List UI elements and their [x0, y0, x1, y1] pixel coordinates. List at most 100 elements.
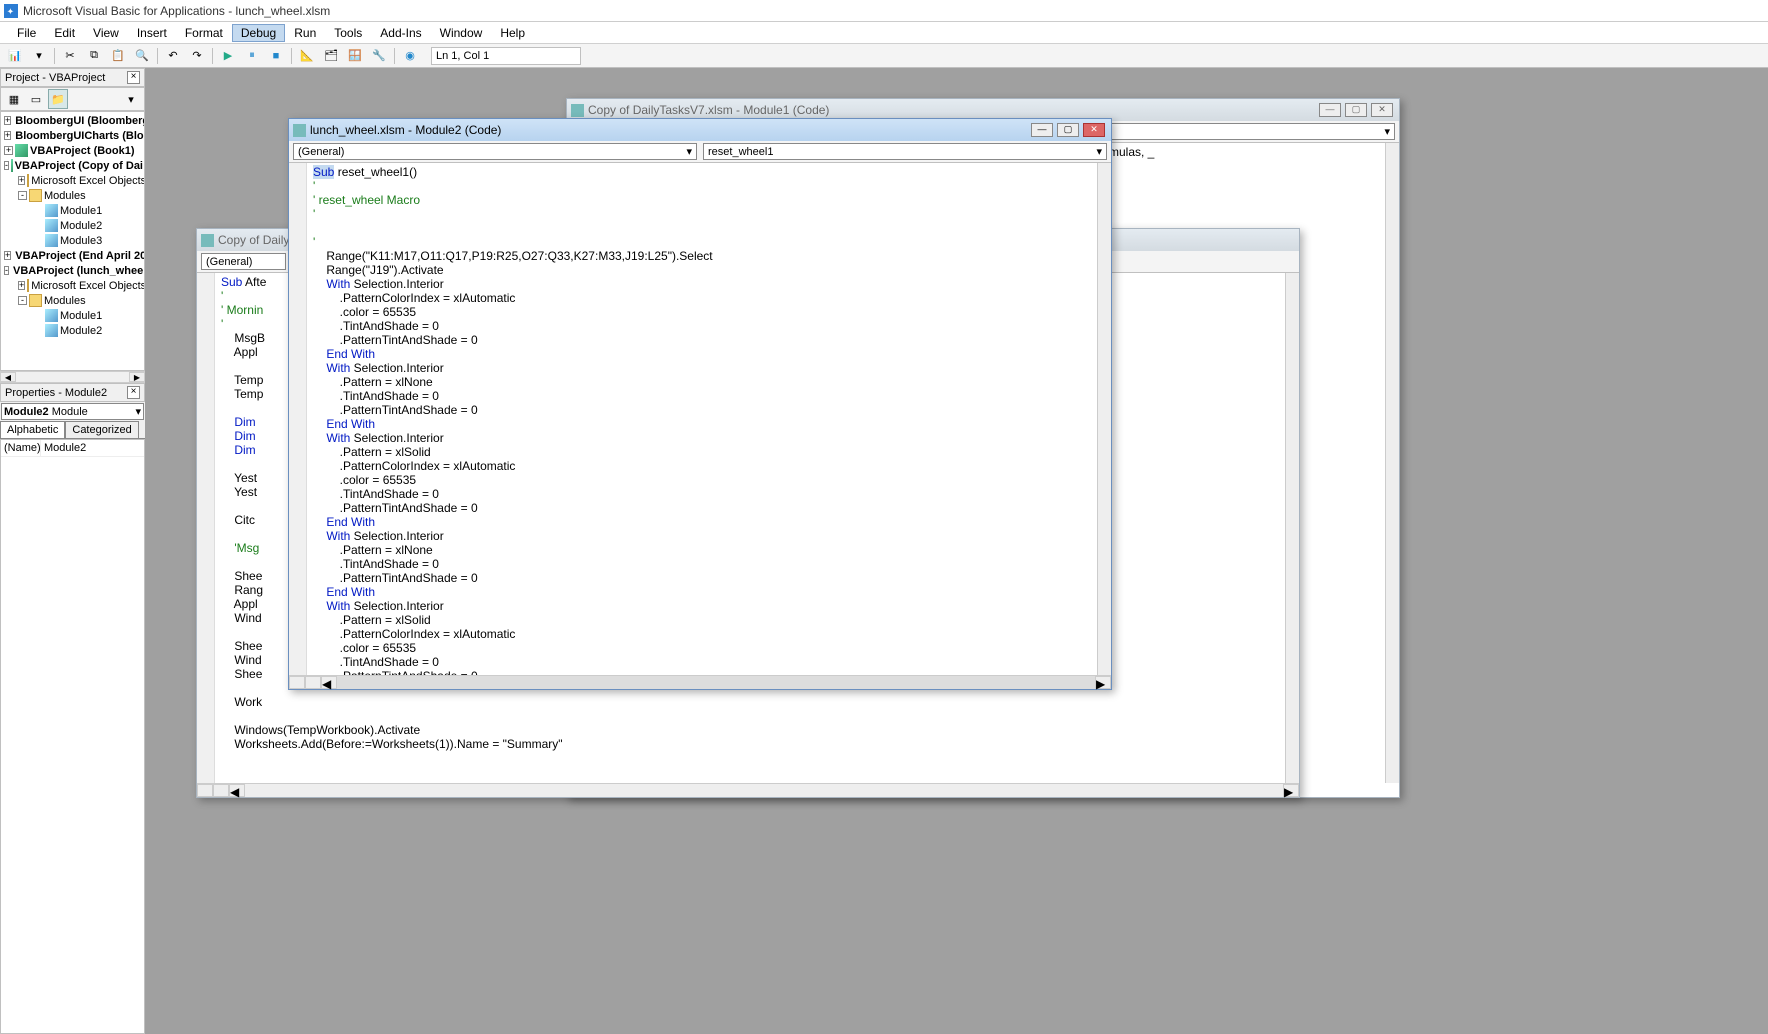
- full-module-view-icon[interactable]: [213, 784, 229, 797]
- view-object-icon[interactable]: ▭: [26, 89, 46, 109]
- close-icon[interactable]: ✕: [1083, 123, 1105, 137]
- expander-icon[interactable]: -: [18, 191, 27, 200]
- minimize-icon[interactable]: —: [1031, 123, 1053, 137]
- properties-grid[interactable]: (Name) Module2: [0, 439, 145, 1034]
- menu-insert[interactable]: Insert: [128, 24, 176, 42]
- expander-icon[interactable]: +: [18, 281, 25, 290]
- undo-icon[interactable]: ↶: [162, 46, 184, 66]
- tree-item[interactable]: Module1: [32, 203, 143, 218]
- maximize-icon[interactable]: ▢: [1057, 123, 1079, 137]
- fold-icon: [29, 189, 42, 202]
- expander-icon[interactable]: +: [4, 131, 11, 140]
- cut-icon[interactable]: ✂: [59, 46, 81, 66]
- properties-object-selector[interactable]: Module2 Module ▾: [1, 403, 144, 420]
- menu-debug[interactable]: Debug: [232, 24, 285, 42]
- app-title: Microsoft Visual Basic for Applications …: [23, 4, 330, 18]
- vertical-scrollbar[interactable]: [1285, 273, 1299, 783]
- procedure-combo[interactable]: reset_wheel1▾: [703, 143, 1107, 160]
- horizontal-scrollbar[interactable]: ◀▶: [197, 783, 1299, 797]
- menu-run[interactable]: Run: [285, 24, 325, 42]
- maximize-icon[interactable]: ▢: [1345, 103, 1367, 117]
- project-tree[interactable]: +BloombergUI (Bloomberg+BloombergUIChart…: [0, 111, 145, 371]
- tree-item[interactable]: Module2: [32, 218, 143, 233]
- code-editor[interactable]: Sub reset_wheel1() ' ' reset_wheel Macro…: [289, 163, 1111, 675]
- vertical-scrollbar[interactable]: [1385, 143, 1399, 783]
- expander-icon[interactable]: +: [4, 116, 11, 125]
- full-module-view-icon[interactable]: [305, 676, 321, 689]
- tree-label: VBAProject (lunch_whee: [13, 265, 143, 277]
- object-browser-icon[interactable]: 🔧: [368, 46, 390, 66]
- procedure-view-icon[interactable]: [197, 784, 213, 797]
- object-combo[interactable]: (General): [201, 253, 286, 270]
- tree-item[interactable]: +Microsoft Excel Objects: [18, 278, 143, 293]
- pause-icon[interactable]: ⏸: [241, 46, 263, 66]
- run-icon[interactable]: ▶: [217, 46, 239, 66]
- svg-text:✦: ✦: [7, 6, 15, 16]
- tree-label: VBAProject (End April 20: [15, 250, 145, 262]
- excel-dropdown-icon[interactable]: ▾: [28, 46, 50, 66]
- tree-item[interactable]: -VBAProject (lunch_whee: [4, 263, 143, 278]
- expander-icon[interactable]: -: [4, 266, 9, 275]
- menu-file[interactable]: File: [8, 24, 45, 42]
- project-toolbar: ▦ ▭ 📁 ▾: [0, 87, 145, 111]
- tree-item[interactable]: +VBAProject (Book1): [4, 143, 143, 158]
- code-window-lunchwheel[interactable]: lunch_wheel.xlsm - Module2 (Code) — ▢ ✕ …: [288, 118, 1112, 690]
- project-scroll-h[interactable]: ◀▶: [0, 371, 145, 383]
- object-combo[interactable]: (General)▾: [293, 143, 697, 160]
- design-mode-icon[interactable]: 📐: [296, 46, 318, 66]
- mod-icon: [45, 234, 58, 247]
- project-panel-header: Project - VBAProject ×: [0, 68, 145, 87]
- tab-alphabetic[interactable]: Alphabetic: [0, 421, 65, 438]
- tree-item[interactable]: Module2: [32, 323, 143, 338]
- find-icon[interactable]: 🔍: [131, 46, 153, 66]
- menu-help[interactable]: Help: [491, 24, 534, 42]
- tree-item[interactable]: Module1: [32, 308, 143, 323]
- tree-item[interactable]: -VBAProject (Copy of Dai: [4, 158, 143, 173]
- tree-item[interactable]: +Microsoft Excel Objects: [18, 173, 143, 188]
- menu-view[interactable]: View: [84, 24, 128, 42]
- project-toolbar-overflow-icon[interactable]: ▾: [121, 89, 141, 109]
- tree-item[interactable]: +BloombergUI (Bloomberg: [4, 113, 143, 128]
- expander-icon[interactable]: +: [4, 251, 11, 260]
- tree-item[interactable]: + VBAProject (End April 20: [4, 248, 143, 263]
- project-panel-close-icon[interactable]: ×: [127, 71, 140, 84]
- excel-icon[interactable]: 📊: [4, 46, 26, 66]
- paste-icon[interactable]: 📋: [107, 46, 129, 66]
- view-code-icon[interactable]: ▦: [4, 89, 24, 109]
- proj-icon: [11, 159, 13, 172]
- menu-tools[interactable]: Tools: [325, 24, 371, 42]
- expander-icon[interactable]: -: [4, 161, 9, 170]
- property-value[interactable]: Module2: [41, 440, 89, 456]
- redo-icon[interactable]: ↷: [186, 46, 208, 66]
- expander-icon[interactable]: +: [4, 146, 13, 155]
- menu-edit[interactable]: Edit: [45, 24, 84, 42]
- mod-icon: [45, 204, 58, 217]
- project-explorer-icon[interactable]: 🗂: [320, 46, 342, 66]
- tree-item[interactable]: Module3: [32, 233, 143, 248]
- help-icon[interactable]: ◉: [399, 46, 421, 66]
- properties-window-icon[interactable]: 🪟: [344, 46, 366, 66]
- menubar: FileEditViewInsertFormatDebugRunToolsAdd…: [0, 22, 1768, 44]
- minimize-icon[interactable]: —: [1319, 103, 1341, 117]
- toggle-folders-icon[interactable]: 📁: [48, 89, 68, 109]
- procedure-view-icon[interactable]: [289, 676, 305, 689]
- copy-icon[interactable]: ⧉: [83, 46, 105, 66]
- tree-item[interactable]: -Modules: [18, 293, 143, 308]
- menu-add-ins[interactable]: Add-Ins: [371, 24, 430, 42]
- tree-item[interactable]: +BloombergUICharts (Blo: [4, 128, 143, 143]
- vertical-scrollbar[interactable]: [1097, 163, 1111, 675]
- mod-icon: [45, 309, 58, 322]
- tab-categorized[interactable]: Categorized: [65, 421, 138, 438]
- menu-window[interactable]: Window: [431, 24, 492, 42]
- mod-icon: [45, 324, 58, 337]
- close-icon[interactable]: ✕: [1371, 103, 1393, 117]
- stop-icon[interactable]: ■: [265, 46, 287, 66]
- menu-format[interactable]: Format: [176, 24, 232, 42]
- horizontal-scrollbar[interactable]: ◀▶: [289, 675, 1111, 689]
- properties-panel-close-icon[interactable]: ×: [127, 386, 140, 399]
- chevron-down-icon: ▾: [135, 405, 141, 418]
- property-row: (Name) Module2: [1, 440, 144, 457]
- expander-icon[interactable]: +: [18, 176, 25, 185]
- tree-item[interactable]: -Modules: [18, 188, 143, 203]
- expander-icon[interactable]: -: [18, 296, 27, 305]
